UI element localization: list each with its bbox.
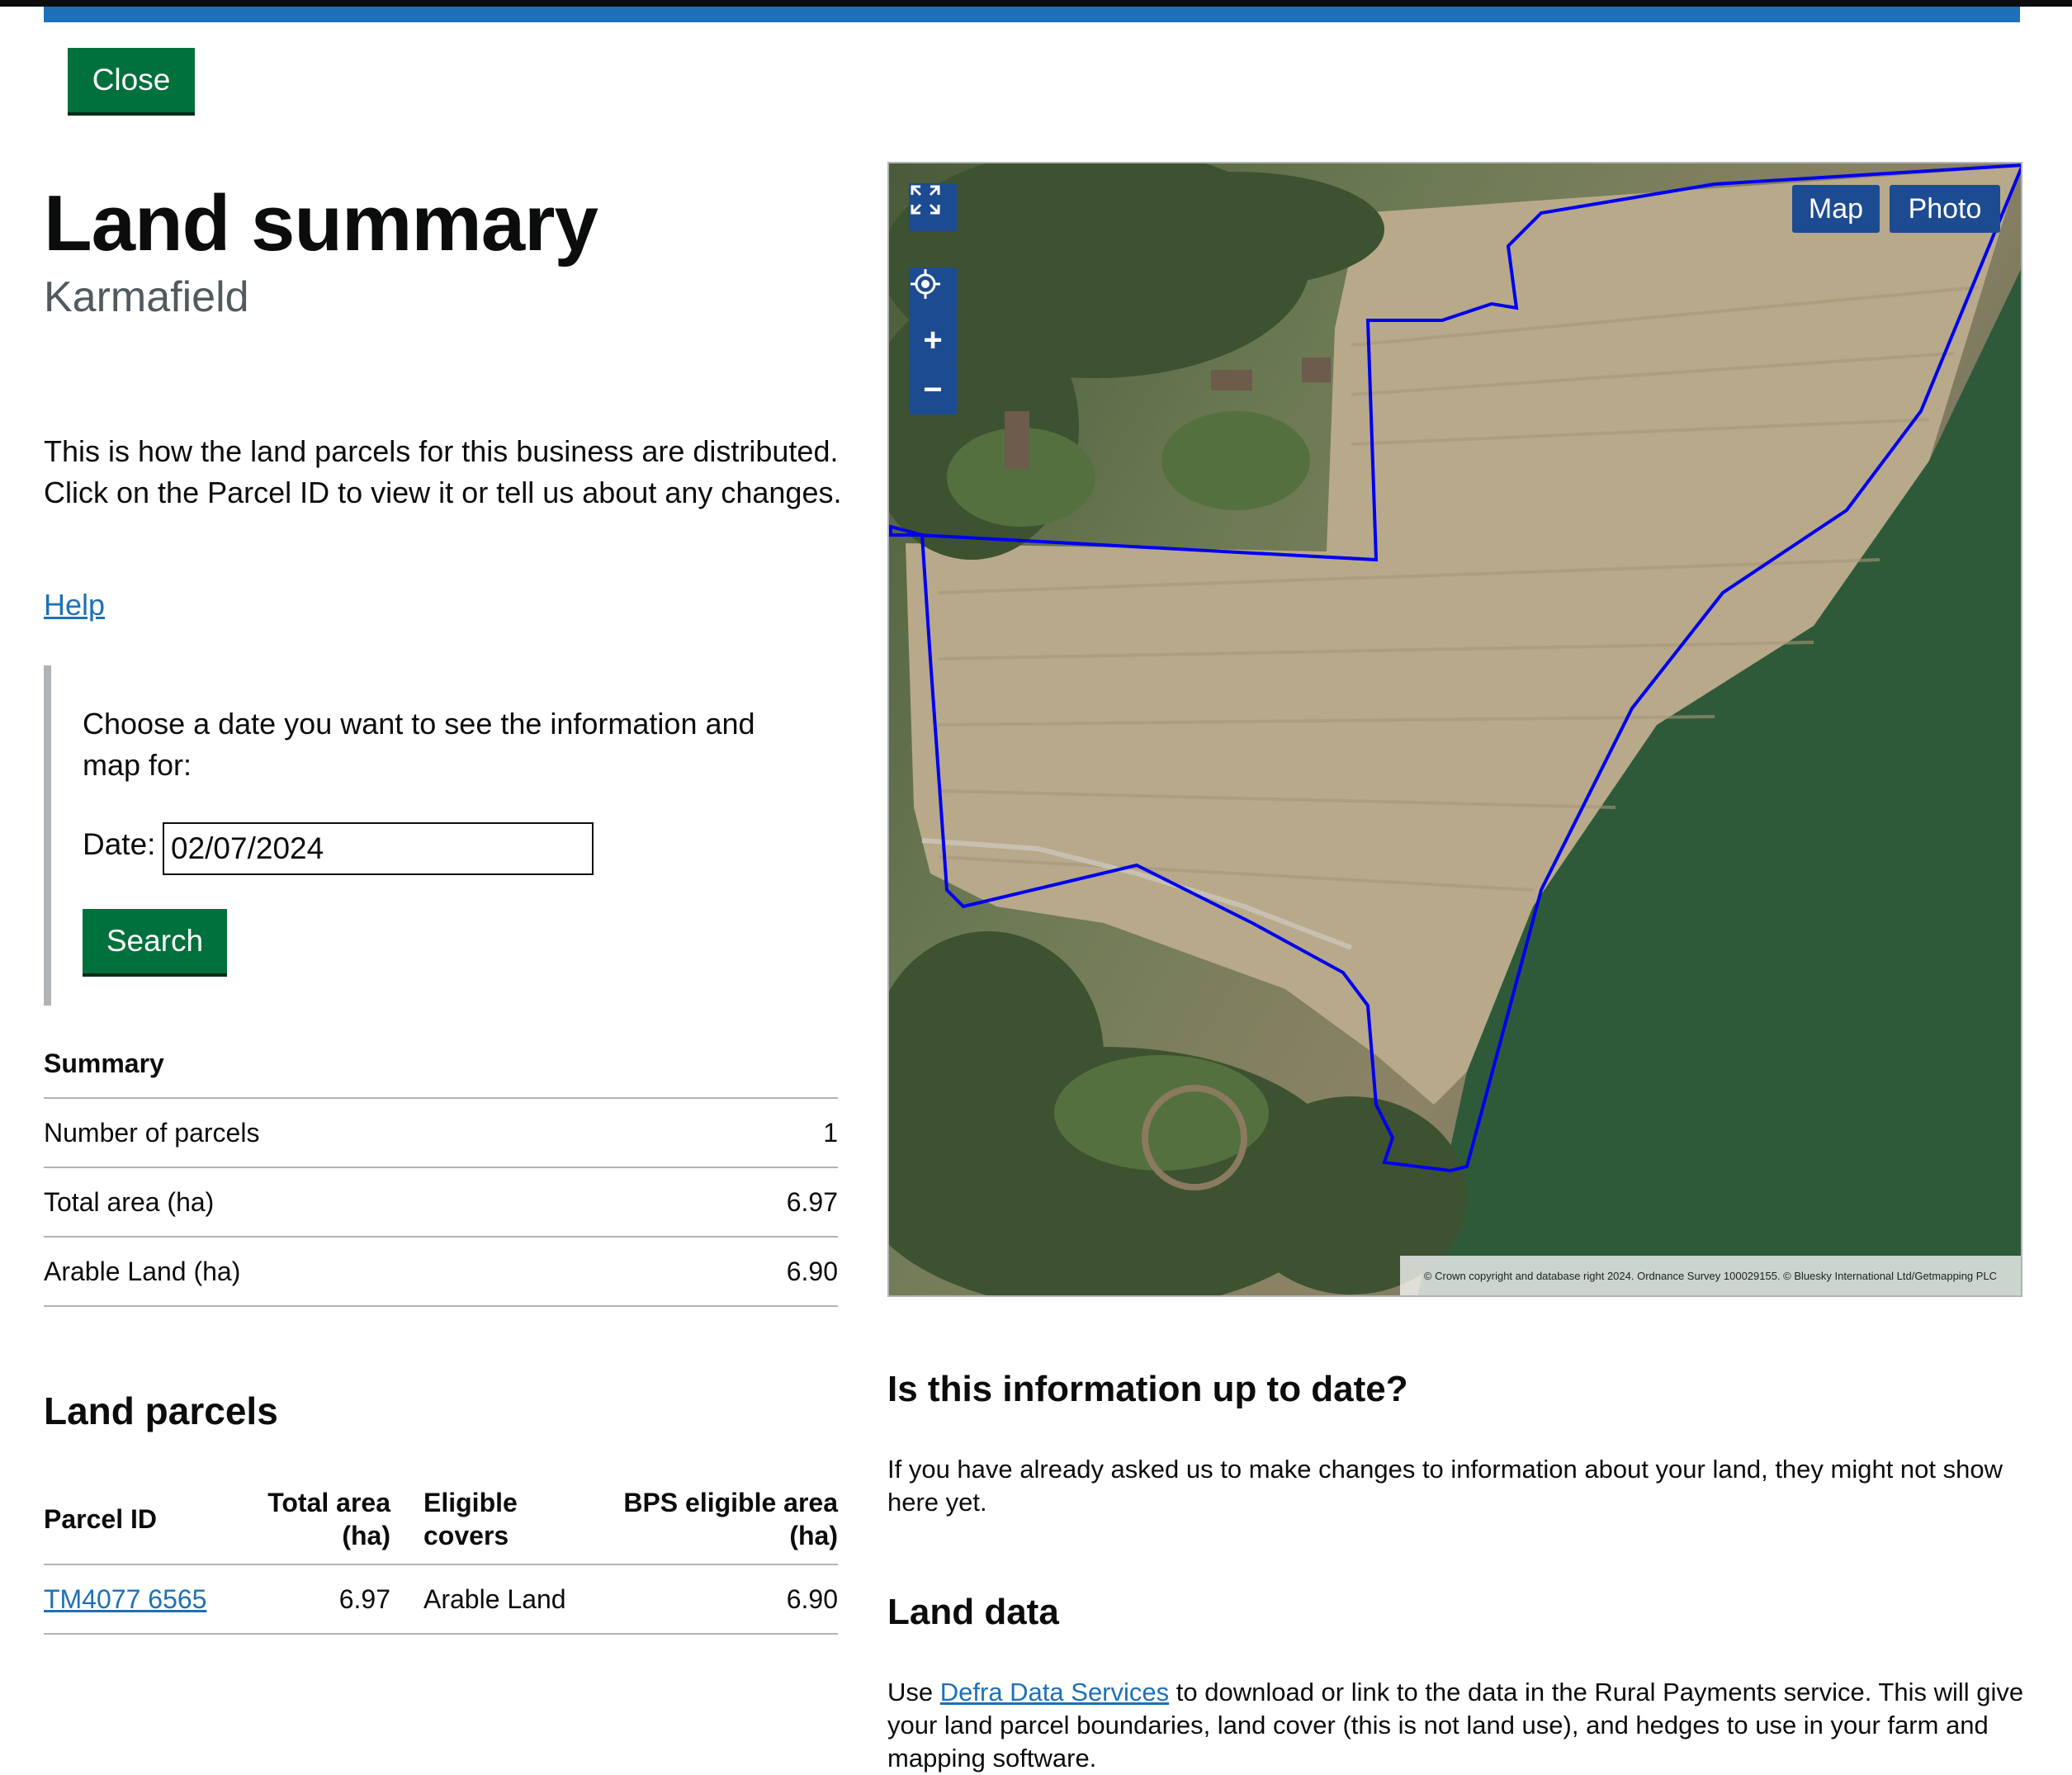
table-header-row: Parcel ID Total area (ha) Eligible cover… <box>44 1486 838 1565</box>
land-data-text: Use Defra Data Services to download or l… <box>887 1676 2027 1775</box>
column-header-eligible-covers: Eligible covers <box>390 1486 589 1565</box>
top-border <box>0 0 2072 7</box>
up-to-date-heading: Is this information up to date? <box>887 1369 1408 1409</box>
summary-value: 6.97 <box>684 1167 838 1238</box>
parcels-table: Parcel ID Total area (ha) Eligible cover… <box>44 1486 838 1635</box>
summary-table: Summary Number of parcels 1 Total area (… <box>44 1048 838 1307</box>
map-attribution: © Crown copyright and database right 202… <box>1400 1256 2021 1295</box>
summary-label: Total area (ha) <box>44 1167 685 1238</box>
header-bar <box>44 7 2020 22</box>
date-prompt: Choose a date you want to see the inform… <box>83 707 755 782</box>
zoom-out-icon[interactable]: − <box>909 365 957 414</box>
aerial-imagery <box>889 163 2021 1295</box>
parcel-id-cell: TM4077 6565 <box>44 1564 267 1635</box>
page-title: Land summary <box>44 179 598 267</box>
zoom-in-icon[interactable]: + <box>909 315 957 365</box>
locate-icon[interactable] <box>909 267 957 315</box>
map-view-toggle[interactable]: Map <box>1792 185 1880 233</box>
help-link[interactable]: Help <box>44 588 105 622</box>
table-row: Total area (ha) 6.97 <box>44 1167 838 1238</box>
search-button[interactable]: Search <box>83 909 227 973</box>
close-button[interactable]: Close <box>68 48 195 112</box>
table-row: Arable Land (ha) 6.90 <box>44 1237 838 1307</box>
date-label: Date: <box>83 827 156 861</box>
column-header-total-area: Total area (ha) <box>267 1486 390 1565</box>
parcel-id-link[interactable]: TM4077 6565 <box>44 1584 206 1614</box>
summary-label: Number of parcels <box>44 1097 685 1168</box>
summary-label: Arable Land (ha) <box>44 1237 685 1307</box>
parcel-map[interactable]: + − Map Photo © Crown copyright and data… <box>887 162 2022 1297</box>
summary-value: 1 <box>684 1097 838 1168</box>
up-to-date-text: If you have already asked us to make cha… <box>887 1455 2003 1517</box>
table-row: Number of parcels 1 <box>44 1097 838 1168</box>
intro-text: This is how the land parcels for this bu… <box>44 434 842 509</box>
table-row: TM4077 6565 6.97 Arable Land 6.90 <box>44 1564 838 1635</box>
bps-area-cell: 6.90 <box>589 1564 838 1635</box>
summary-value: 6.90 <box>684 1237 838 1307</box>
defra-data-services-link[interactable]: Defra Data Services <box>940 1678 1169 1706</box>
column-header-bps-area: BPS eligible area (ha) <box>589 1486 838 1565</box>
business-name: Karmafield <box>44 273 249 321</box>
eligible-covers-cell: Arable Land <box>390 1564 589 1635</box>
land-parcels-heading: Land parcels <box>44 1389 278 1432</box>
fullscreen-icon[interactable] <box>909 183 957 231</box>
total-area-cell: 6.97 <box>267 1564 390 1635</box>
summary-caption: Summary <box>44 1048 164 1078</box>
land-data-text-start: Use <box>887 1678 940 1706</box>
date-input[interactable] <box>163 822 594 875</box>
photo-view-toggle[interactable]: Photo <box>1890 185 2000 233</box>
column-header-parcel-id: Parcel ID <box>44 1486 267 1565</box>
land-data-heading: Land data <box>887 1592 1059 1632</box>
